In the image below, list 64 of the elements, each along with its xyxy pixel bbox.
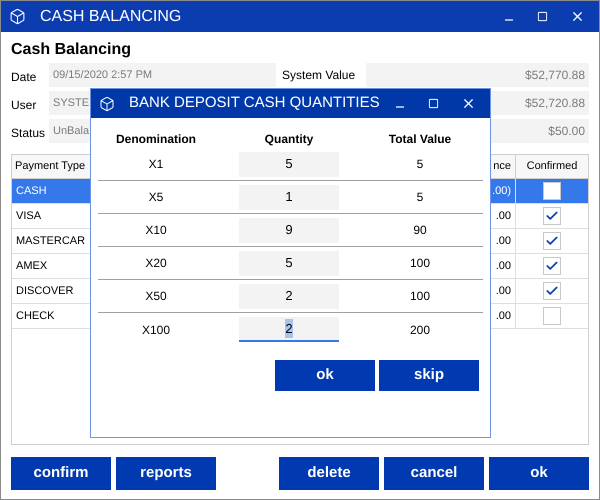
table-cell-text: .00 <box>494 208 512 224</box>
checkbox[interactable] <box>543 232 561 250</box>
denomination-label: X20 <box>144 255 168 272</box>
quantity-field[interactable]: 5 <box>239 152 339 176</box>
field-value: $52,770.88 <box>366 63 589 87</box>
total-value: 5 <box>416 156 424 173</box>
action-button[interactable]: confirm <box>11 457 111 490</box>
table-cell-text: MASTERCAR <box>15 234 86 249</box>
check-icon <box>545 284 559 298</box>
column-header: Payment Type <box>14 159 86 174</box>
quantity-field[interactable]: 2 <box>239 317 339 342</box>
action-button[interactable]: cancel <box>384 457 484 490</box>
quantity-field[interactable]: 1 <box>239 184 339 210</box>
action-button[interactable]: ok <box>489 457 589 490</box>
checkbox[interactable] <box>543 182 561 200</box>
quantity-field[interactable]: 5 <box>239 250 339 276</box>
table-cell-text: AMEX <box>15 258 48 274</box>
table-cell-text: .00) <box>491 184 512 199</box>
field-label: Status <box>11 125 46 142</box>
total-value: 200 <box>408 322 432 338</box>
total-value: 5 <box>416 189 424 206</box>
window-title: CASH BALANCING <box>40 6 182 26</box>
field-value: 09/15/2020 2:57 PM <box>49 63 276 87</box>
maximize-icon[interactable] <box>537 11 548 22</box>
checkbox[interactable] <box>543 282 561 300</box>
table-cell-text: .00 <box>494 308 512 324</box>
action-button[interactable]: reports <box>116 457 216 490</box>
table-cell-text: .00 <box>494 258 512 274</box>
maximize-icon[interactable] <box>428 98 439 109</box>
total-value: 90 <box>412 222 428 239</box>
check-icon <box>545 259 559 273</box>
denomination-label: X50 <box>144 288 168 305</box>
check-icon <box>545 209 559 223</box>
field-label: System Value <box>282 68 356 82</box>
column-header: Confirmed <box>515 155 588 178</box>
quantity-field[interactable]: 2 <box>239 284 339 308</box>
table-cell-text: DISCOVER <box>15 284 74 299</box>
page-heading: Cash Balancing <box>11 40 132 60</box>
checkbox[interactable] <box>543 207 561 225</box>
close-icon[interactable] <box>461 96 476 111</box>
denomination-label: X5 <box>148 189 164 206</box>
field-label: Date <box>11 69 38 86</box>
table-cell-text: VISA <box>15 208 42 224</box>
quantity-field[interactable]: 9 <box>239 218 339 242</box>
dialog-button[interactable]: skip <box>379 360 479 391</box>
checkbox[interactable] <box>543 257 561 275</box>
cube-icon <box>9 8 26 25</box>
field-label: User <box>11 97 38 114</box>
action-button[interactable]: delete <box>279 457 379 490</box>
total-value: 100 <box>408 288 432 305</box>
checkbox[interactable] <box>543 307 561 325</box>
column-header: nce <box>492 159 512 174</box>
denomination-label: X1 <box>148 156 164 173</box>
cube-icon <box>99 96 115 112</box>
close-icon[interactable] <box>570 9 585 24</box>
total-value: 100 <box>408 255 432 272</box>
table-cell-text: .00 <box>494 234 512 249</box>
check-icon <box>545 234 559 248</box>
table-cell-text: CASH <box>15 184 48 199</box>
table-cell-text: .00 <box>494 284 512 299</box>
denomination-label: X100 <box>140 322 172 338</box>
denomination-label: X10 <box>144 222 168 239</box>
dialog-button[interactable]: ok <box>275 360 375 391</box>
table-cell-text: CHECK <box>15 308 56 324</box>
